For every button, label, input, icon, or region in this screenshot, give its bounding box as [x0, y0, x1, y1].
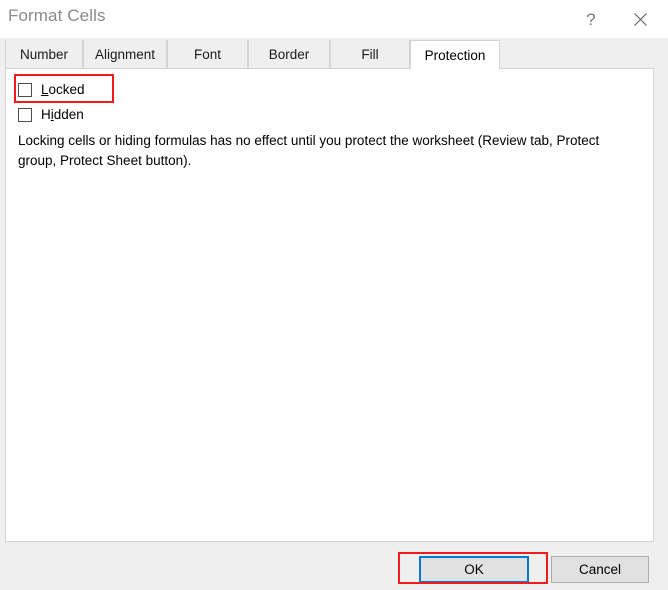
hidden-checkbox[interactable]: Hidden: [18, 107, 84, 122]
hidden-checkbox-box[interactable]: [18, 107, 32, 122]
tab-fill[interactable]: Fill: [330, 40, 410, 68]
help-icon[interactable]: ?: [568, 0, 614, 38]
dialog-titlebar: Format Cells ?: [0, 0, 668, 38]
protection-panel: Locked Hidden Locking cells or hiding fo…: [5, 68, 654, 542]
tab-number[interactable]: Number: [5, 40, 83, 68]
locked-checkbox-box[interactable]: [18, 82, 32, 97]
tab-border[interactable]: Border: [248, 40, 330, 68]
help-glyph: ?: [586, 9, 596, 29]
tab-font[interactable]: Font: [167, 40, 248, 68]
locked-checkbox[interactable]: Locked: [18, 82, 85, 97]
hidden-checkbox-label: Hidden: [41, 107, 84, 122]
tab-alignment[interactable]: Alignment: [83, 40, 167, 68]
close-icon[interactable]: [617, 0, 663, 38]
cancel-button[interactable]: Cancel: [551, 556, 649, 583]
dialog-title: Format Cells: [8, 6, 106, 25]
locked-checkbox-label: Locked: [41, 82, 85, 97]
ok-button[interactable]: OK: [419, 556, 529, 583]
tab-strip: Number Alignment Font Border Fill Protec…: [0, 40, 668, 69]
protection-info-text: Locking cells or hiding formulas has no …: [18, 133, 600, 168]
tab-protection[interactable]: Protection: [410, 40, 500, 69]
format-cells-dialog: Format Cells ? Number Alignment Font Bor…: [0, 0, 668, 590]
